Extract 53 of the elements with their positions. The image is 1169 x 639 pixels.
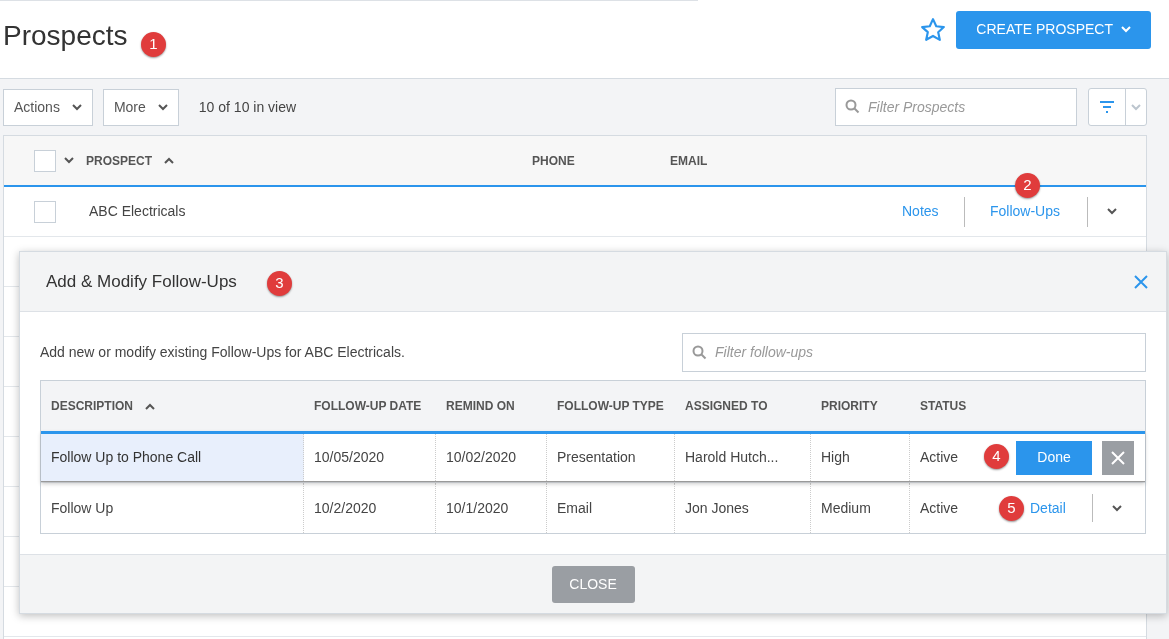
filter-icon <box>1099 101 1115 113</box>
table-cell: Medium <box>811 483 910 533</box>
search-icon <box>845 99 860 114</box>
dialog-title: Add & Modify Follow-Ups <box>46 270 237 293</box>
table-cell-text: Active <box>919 448 960 467</box>
filter-button[interactable] <box>1088 88 1147 126</box>
close-icon <box>1111 450 1125 465</box>
table-cell: 10/2/2020 <box>304 483 436 533</box>
column-header[interactable]: PROSPECT <box>86 151 532 170</box>
sort-icon <box>164 157 174 164</box>
column-header[interactable]: FOLLOW-UP TYPE <box>547 397 675 415</box>
actions-dropdown[interactable]: Actions <box>3 88 93 126</box>
more-dropdown[interactable]: More <box>102 88 179 126</box>
page-title: Prospects <box>3 18 128 53</box>
filter-follow-ups-field[interactable]: Filter follow-ups <box>682 332 1146 372</box>
column-header[interactable]: ASSIGNED TO <box>675 397 811 415</box>
sort-icon <box>145 402 155 410</box>
column-header[interactable]: EMAIL <box>670 151 708 170</box>
prospect-name: ABC Electricals <box>89 202 187 221</box>
star-icon[interactable] <box>920 16 947 43</box>
table-cell: 10/1/2020 <box>436 483 547 533</box>
table-cell: Harold Hutch... <box>675 434 811 481</box>
column-header[interactable]: DESCRIPTION <box>41 397 304 415</box>
row-checkbox[interactable] <box>34 200 56 223</box>
table-cell: Presentation <box>547 434 675 481</box>
close-icon[interactable] <box>1134 274 1148 289</box>
column-header[interactable]: PHONE <box>532 151 670 170</box>
column-header[interactable]: PRIORITY <box>811 397 910 415</box>
column-header[interactable]: STATUS <box>910 397 982 415</box>
select-all-checkbox[interactable] <box>34 149 56 172</box>
table-cell: 10/05/2020 <box>304 434 436 481</box>
caret-icon <box>157 103 168 111</box>
caret-icon <box>64 157 74 164</box>
caret-icon <box>1121 26 1131 33</box>
caret-icon <box>1107 208 1117 215</box>
caret-icon <box>1112 504 1122 512</box>
dialog-description: Add new or modify existing Follow-Ups for ABC Electricals. <box>40 342 405 362</box>
search-icon <box>692 344 707 360</box>
caret-icon <box>1131 103 1141 111</box>
caret-icon <box>71 103 82 111</box>
table-cell: Email <box>547 483 675 533</box>
table-cell: Follow Up <box>41 483 304 533</box>
table-cell: Jon Jones <box>675 483 811 533</box>
view-count: 10 of 10 in view <box>198 97 297 117</box>
cancel-button[interactable] <box>1102 440 1134 475</box>
filter-prospects-field[interactable]: Filter Prospects <box>835 88 1077 126</box>
table-cell: Follow Up to Phone Call <box>41 434 304 481</box>
callout-badge: 1 <box>141 32 166 57</box>
column-header[interactable]: REMIND ON <box>436 397 547 415</box>
table-cell-text: Active <box>919 498 960 518</box>
table-cell: 10/02/2020 <box>436 434 547 481</box>
table-cell: High <box>811 434 910 481</box>
column-header[interactable]: FOLLOW-UP DATE <box>304 397 436 415</box>
